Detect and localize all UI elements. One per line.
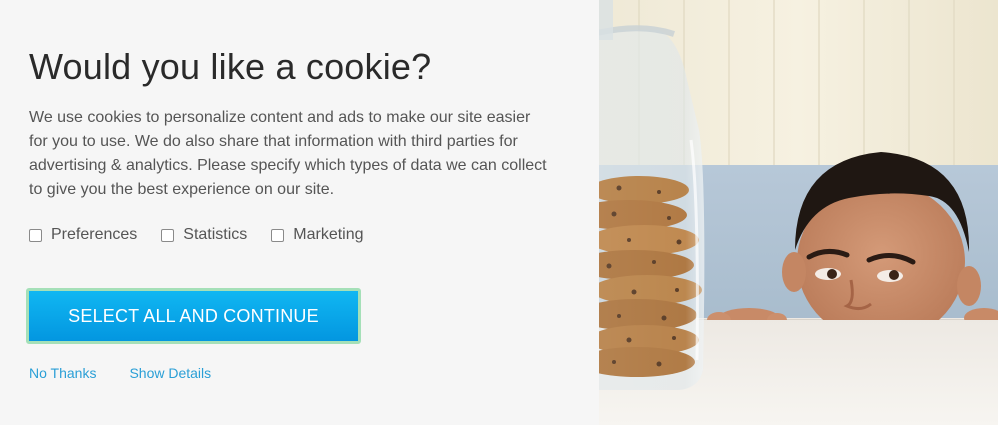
marketing-label: Marketing	[293, 226, 364, 243]
marketing-checkbox[interactable]	[271, 228, 285, 242]
preferences-label: Preferences	[51, 226, 138, 243]
select-all-continue-button[interactable]: SELECT ALL AND CONTINUE	[26, 288, 361, 344]
boy-cookie-jar-photo	[599, 0, 998, 425]
consent-options: Preferences Statistics Marketing	[29, 226, 388, 244]
option-preferences[interactable]: Preferences	[29, 226, 137, 244]
preferences-checkbox[interactable]	[29, 228, 42, 242]
option-marketing[interactable]: Marketing	[271, 226, 364, 244]
cookie-consent-panel: Would you like a cookie? We use cookies …	[0, 0, 599, 425]
option-statistics[interactable]: Statistics	[161, 226, 247, 244]
dialog-title: Would you like a cookie?	[29, 46, 432, 87]
photo-illustration	[599, 0, 998, 425]
secondary-links: No Thanks Show Details	[29, 365, 244, 381]
no-thanks-link[interactable]: No Thanks	[29, 365, 96, 381]
show-details-link[interactable]: Show Details	[129, 365, 211, 381]
statistics-label: Statistics	[183, 226, 248, 243]
dialog-description: We use cookies to personalize content an…	[29, 109, 547, 198]
statistics-checkbox[interactable]	[161, 228, 175, 242]
